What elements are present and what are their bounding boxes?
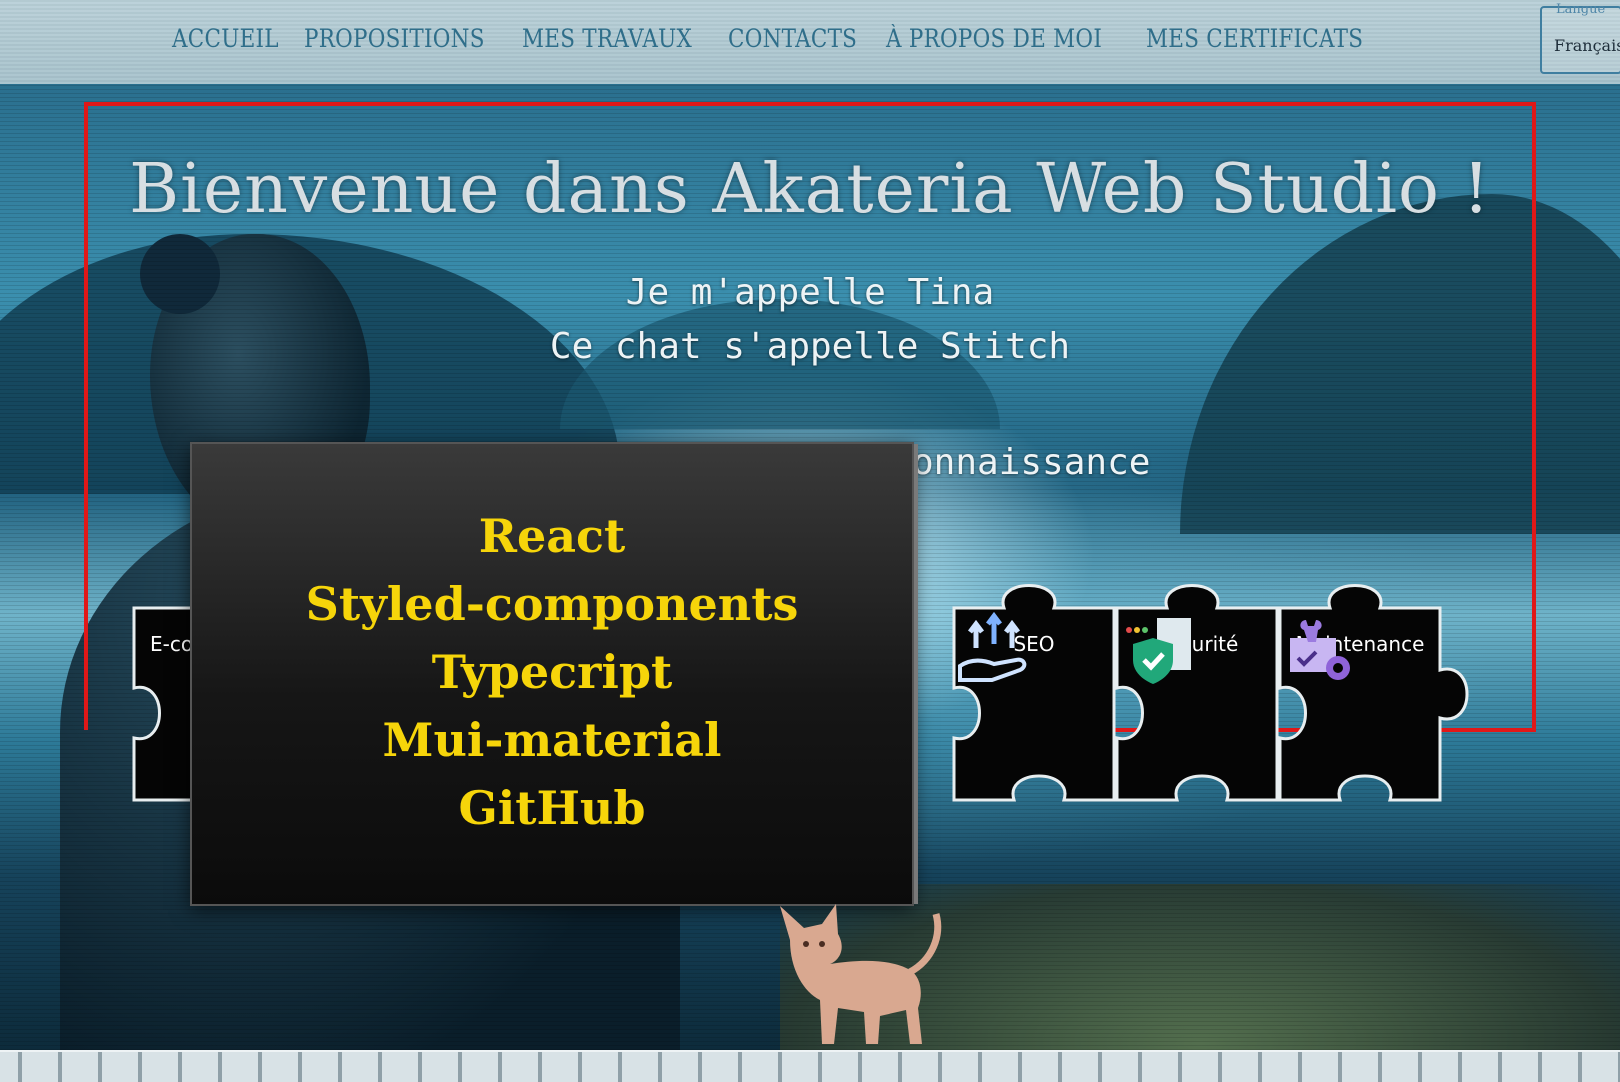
nav-mes-certificats[interactable]: MES CERTIFICATS [1146,24,1363,53]
tech-item-github: GitHub [458,781,646,835]
nav-accueil[interactable]: ACCUEIL [172,24,279,53]
seo-growth-hand-icon [958,611,1027,682]
puzzle-piece-maintenance[interactable]: Maintenance [1278,584,1469,802]
nav-propositions[interactable]: PROPOSITIONS [304,24,485,53]
tech-item-styled-components: Styled-components [305,577,799,631]
hero-intro-line: Je m'appelle Tina [625,272,995,313]
nav-a-propos[interactable]: À PROPOS DE MOI [886,24,1102,53]
security-shield-icon [1126,618,1191,684]
language-value: Français [1554,36,1620,55]
nav-links: ACCUEIL PROPOSITIONS MES TRAVAUX CONTACT… [172,24,1376,53]
puzzle-label-ecommerce: E-co [150,632,194,656]
language-label: Langue [1556,2,1606,17]
puzzle-piece-seo[interactable]: SEO [952,584,1116,802]
tech-item-typescript: Typecript [431,645,673,699]
sphynx-cat-image [780,904,942,1044]
hero-cat-line: Ce chat s'appelle Stitch [549,326,1071,367]
chain-border [0,1050,1620,1082]
puzzle-piece-securite[interactable]: Securité [1115,584,1279,802]
tech-item-react: React [478,509,626,563]
maintenance-wrench-icon [1290,620,1350,680]
top-navigation: ACCUEIL PROPOSITIONS MES TRAVAUX CONTACT… [0,0,1620,85]
tech-item-mui-material: Mui-material [382,713,722,767]
nav-contacts[interactable]: CONTACTS [728,24,857,53]
tech-stack-card: React Styled-components Typecript Mui-ma… [190,442,918,906]
nav-mes-travaux[interactable]: MES TRAVAUX [522,24,692,53]
tech-stack-list: React Styled-components Typecript Mui-ma… [192,502,912,842]
hero-partial-line: onnaissance [912,442,1151,483]
hero-title: Bienvenue dans Akateria Web Studio ! [129,150,1491,229]
language-select[interactable]: Langue Français [1540,2,1620,74]
